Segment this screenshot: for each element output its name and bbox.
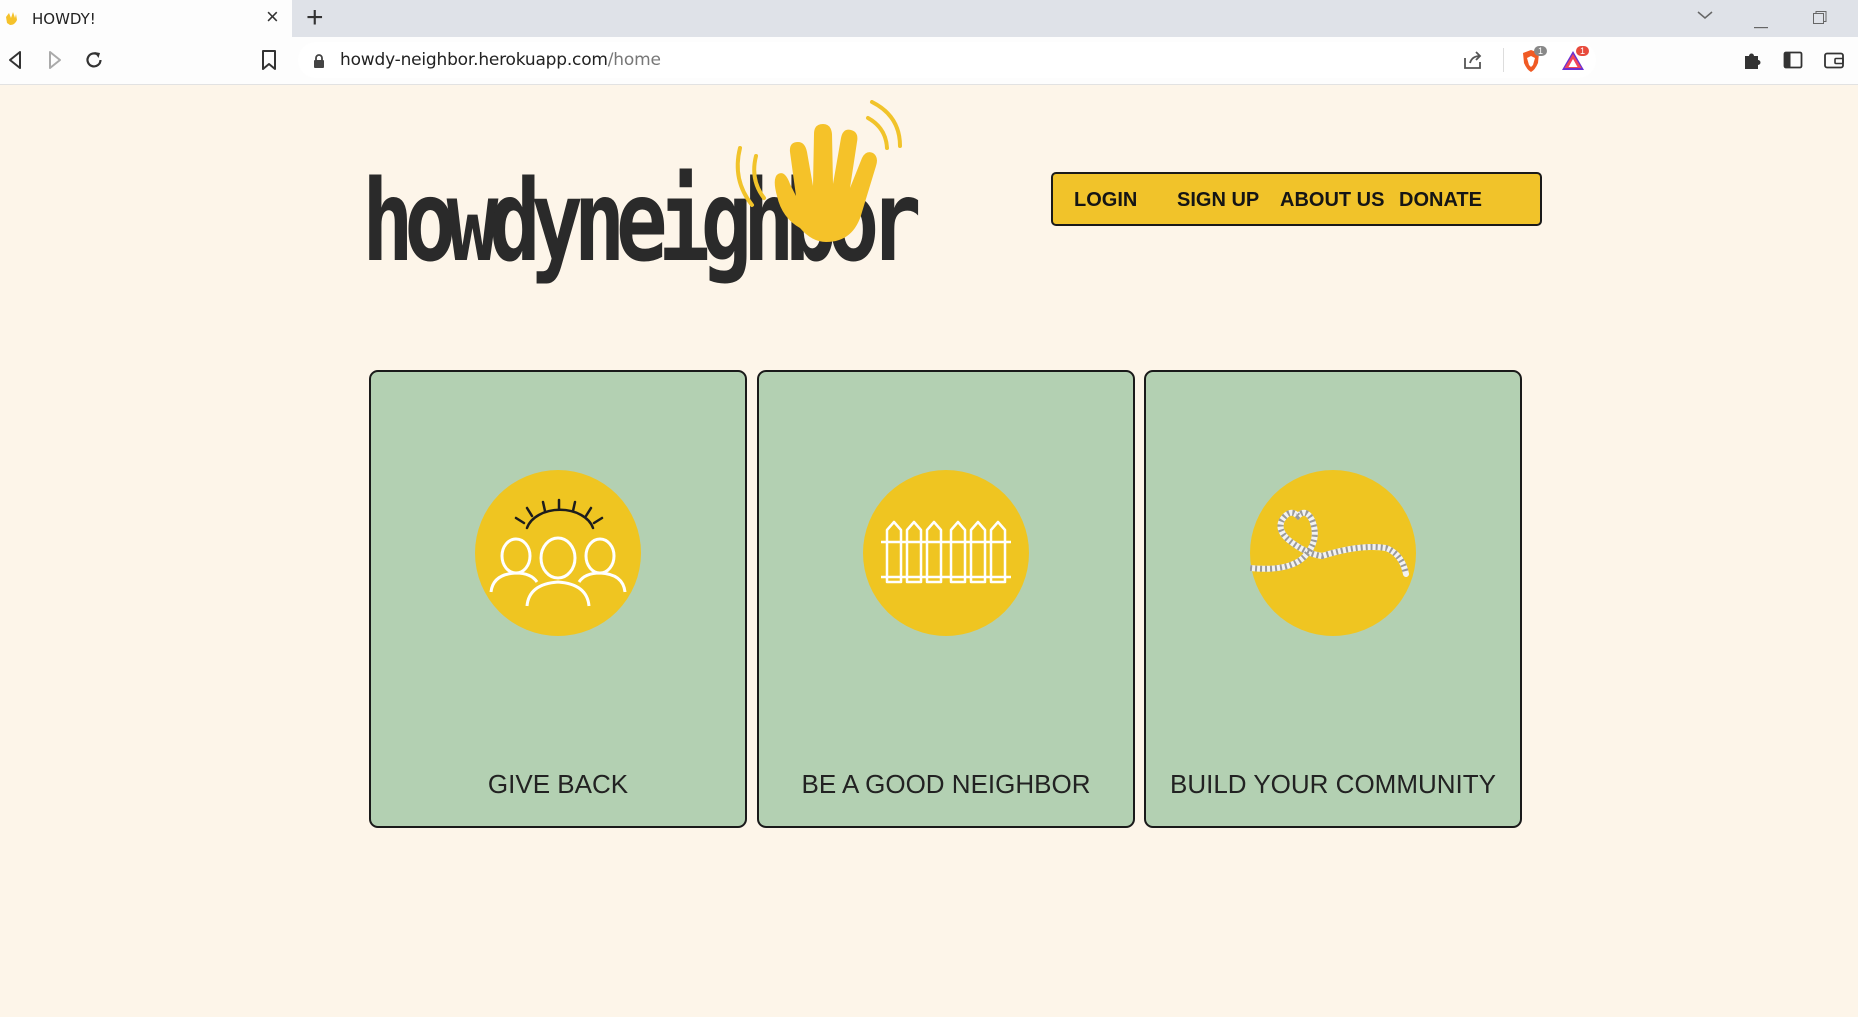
back-icon[interactable]: [4, 48, 28, 72]
howdyneighbor-logo[interactable]: howdyneighbor: [362, 100, 922, 300]
people-sunrise-icon: [489, 498, 627, 607]
card-label: GIVE BACK: [487, 769, 629, 799]
give-back-card[interactable]: GIVE BACK: [369, 370, 747, 828]
forward-icon[interactable]: [42, 48, 66, 72]
build-your-community-card[interactable]: BUILD YOUR COMMUNITY: [1144, 370, 1522, 828]
give-back-circle: [475, 470, 641, 636]
brave-shield-count-badge: 1: [1534, 46, 1548, 56]
new-tab-icon[interactable]: +: [306, 2, 324, 34]
tab-title: HOWDY!: [32, 10, 96, 28]
card-label: BE A GOOD NEIGHBOR: [801, 769, 1091, 799]
nav-signup-link[interactable]: SIGN UP: [1177, 189, 1259, 212]
be-a-good-neighbor-card[interactable]: BE A GOOD NEIGHBOR: [757, 370, 1135, 828]
tab-search-chevron-icon[interactable]: [1696, 8, 1714, 26]
lock-icon[interactable]: [312, 53, 326, 69]
url-text[interactable]: howdy-neighbor.herokuapp.com/home: [340, 50, 661, 70]
nav-about-us-link[interactable]: ABOUT US: [1280, 189, 1384, 212]
browser-tab-strip: HOWDY! × +: [0, 0, 1858, 37]
sidebar-toggle-icon[interactable]: [1781, 48, 1805, 72]
brave-rewards-button[interactable]: 1: [1560, 46, 1590, 74]
browser-tab[interactable]: HOWDY! ×: [0, 0, 292, 37]
url-path: /home: [607, 50, 661, 70]
brave-shields-button[interactable]: 1: [1518, 46, 1548, 74]
nav-login-link[interactable]: LOGIN: [1074, 189, 1137, 212]
rewards-count-badge: 1: [1576, 46, 1590, 56]
waving-hand-logo-icon: [735, 100, 902, 242]
wallet-icon[interactable]: [1822, 48, 1846, 72]
bookmark-icon[interactable]: [257, 48, 281, 72]
picket-fence-icon: [881, 520, 1011, 584]
card-label: BUILD YOUR COMMUNITY: [1170, 769, 1496, 799]
nav-donate-link[interactable]: DONATE: [1399, 189, 1482, 212]
share-icon[interactable]: [1461, 48, 1485, 72]
main-nav: LOGIN SIGN UP ABOUT US DONATE: [1051, 172, 1542, 226]
restore-window-icon[interactable]: [1812, 10, 1828, 31]
rope-heart-icon: [1250, 509, 1409, 577]
reload-icon[interactable]: [82, 48, 106, 72]
build-your-community-circle: [1250, 470, 1416, 636]
url-host: howdy-neighbor.herokuapp.com: [340, 50, 608, 70]
minimize-window-icon[interactable]: [1754, 16, 1770, 34]
be-a-good-neighbor-circle: [863, 470, 1029, 636]
toolbar-divider: [1503, 48, 1504, 72]
extensions-puzzle-icon[interactable]: [1741, 48, 1765, 72]
waving-hand-favicon-icon: [6, 12, 17, 25]
tab-close-icon[interactable]: ×: [266, 6, 279, 28]
